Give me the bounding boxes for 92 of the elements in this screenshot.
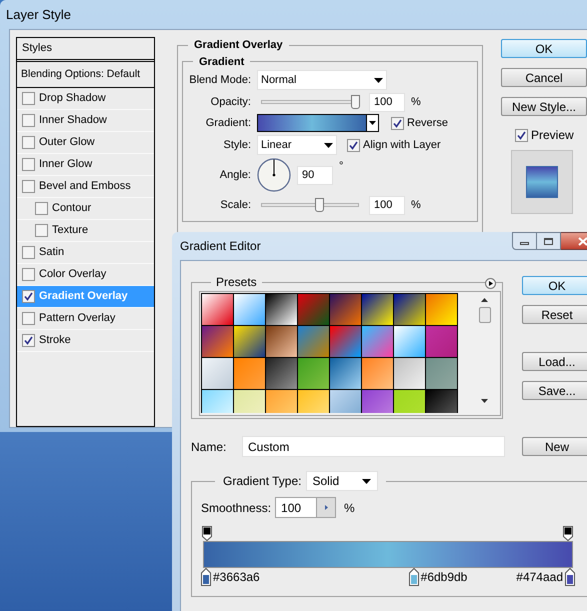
window-title: Layer Style <box>6 6 72 24</box>
color-stop-label: #3663a6 <box>213 569 260 586</box>
group-title: Gradient <box>198 54 246 70</box>
opacity-stop-icon[interactable] <box>563 526 573 541</box>
unit-label: ° <box>339 159 344 174</box>
checkbox[interactable] <box>22 158 35 171</box>
field-label: Style: <box>222 138 251 153</box>
checkbox[interactable] <box>35 224 48 237</box>
dialog-button[interactable]: Cancel <box>501 68 587 87</box>
checkbox[interactable] <box>35 202 48 215</box>
checkbox[interactable] <box>22 268 35 281</box>
blending-options-item[interactable]: Blending Options: Default <box>17 62 154 88</box>
gradient-preset[interactable] <box>362 294 393 325</box>
dialog-button[interactable]: OK <box>501 39 587 58</box>
color-stop-label: #6db9db <box>420 569 468 586</box>
slider-thumb[interactable] <box>314 198 324 212</box>
angle-dial-icon[interactable] <box>257 158 291 192</box>
style-list-item[interactable]: Inner Shadow <box>17 110 154 132</box>
color-stop-icon[interactable] <box>565 568 575 586</box>
checkbox-label: Align with Layer <box>363 138 441 153</box>
slider[interactable] <box>261 95 359 109</box>
style-list-item[interactable]: Stroke <box>17 330 154 352</box>
checkbox[interactable] <box>22 290 35 303</box>
style-list-item[interactable]: Pattern Overlay <box>17 308 154 330</box>
gradient-preset[interactable] <box>266 294 297 325</box>
caret-icon <box>324 142 333 148</box>
field-label: Gradient Type: <box>223 473 302 490</box>
style-select[interactable]: Linear <box>257 135 337 155</box>
styles-header[interactable]: Styles <box>17 38 154 62</box>
checkbox[interactable] <box>22 312 35 325</box>
slider[interactable] <box>261 198 359 212</box>
style-list-item[interactable]: Outer Glow <box>17 132 154 154</box>
dialog-button[interactable]: New Style... <box>501 97 587 116</box>
slider-thumb[interactable] <box>351 95 360 109</box>
number-field[interactable]: 100 <box>369 92 405 112</box>
style-list-item[interactable]: Satin <box>17 242 154 264</box>
style-list-item[interactable]: Bevel and Emboss <box>17 176 154 198</box>
number-field[interactable]: 90 <box>297 166 333 184</box>
unit-label: % <box>411 198 421 213</box>
dialog-button[interactable]: Save... <box>522 381 587 400</box>
checkbox[interactable] <box>515 128 528 142</box>
color-stop-icon[interactable] <box>201 568 211 586</box>
field-label: Angle: <box>218 168 251 183</box>
field-label: Smoothness: <box>201 500 272 516</box>
field-label: Blend Mode: <box>188 72 251 88</box>
color-stop-label: #474aad <box>516 569 563 586</box>
unit-label: % <box>411 94 421 110</box>
group-title: Presets <box>215 274 258 291</box>
style-list-item[interactable]: Contour <box>17 198 154 220</box>
dialog-button[interactable]: New <box>522 437 587 456</box>
blend-mode-select[interactable]: Normal <box>257 70 387 90</box>
field-label: Scale: <box>219 198 251 213</box>
caret-icon <box>374 78 383 82</box>
window-title: Gradient Editor <box>180 238 261 255</box>
checkbox[interactable] <box>22 180 35 193</box>
scroll-down-icon[interactable] <box>481 399 488 403</box>
gradient-preset[interactable] <box>394 294 425 325</box>
scroll-up-icon[interactable] <box>481 298 488 302</box>
color-stop-icon[interactable] <box>408 568 419 586</box>
checkbox[interactable] <box>22 92 35 105</box>
close-icon <box>578 236 587 246</box>
checkbox[interactable] <box>391 116 404 130</box>
field-label: Opacity: <box>210 94 251 110</box>
field-label: Name: <box>191 438 228 456</box>
gradient-swatch[interactable] <box>257 114 367 132</box>
gradient-type-select[interactable]: Solid <box>306 471 378 491</box>
maximize-button[interactable] <box>537 232 561 250</box>
opacity-stop-icon[interactable] <box>202 526 212 541</box>
scroll-thumb[interactable] <box>478 307 490 323</box>
style-list-item[interactable]: Inner Glow <box>17 154 154 176</box>
style-list-item[interactable]: Texture <box>17 220 154 242</box>
checkbox-label: Preview <box>531 127 574 144</box>
checkbox[interactable] <box>22 246 35 259</box>
name-field[interactable]: Custom <box>242 436 505 457</box>
dialog-button[interactable]: OK <box>522 276 587 295</box>
dropdown-button[interactable] <box>367 114 379 132</box>
dialog-button[interactable]: Load... <box>522 352 587 371</box>
checkbox[interactable] <box>22 136 35 149</box>
checkbox-label: Reverse <box>407 116 448 131</box>
caret-icon <box>362 478 370 484</box>
style-list-item[interactable]: Drop Shadow <box>17 88 154 110</box>
group-title: Gradient Overlay <box>193 38 284 53</box>
field-label: Gradient: <box>204 116 251 131</box>
number-field[interactable]: 100 <box>369 196 405 214</box>
checkbox[interactable] <box>347 138 360 152</box>
caret-icon <box>369 121 376 125</box>
preview-swatch <box>526 166 558 198</box>
checkbox[interactable] <box>22 114 35 127</box>
unit-label: % <box>344 500 355 516</box>
checkbox[interactable] <box>22 334 35 347</box>
minimize-button[interactable] <box>512 232 537 250</box>
dialog-button[interactable]: Reset <box>522 305 587 324</box>
